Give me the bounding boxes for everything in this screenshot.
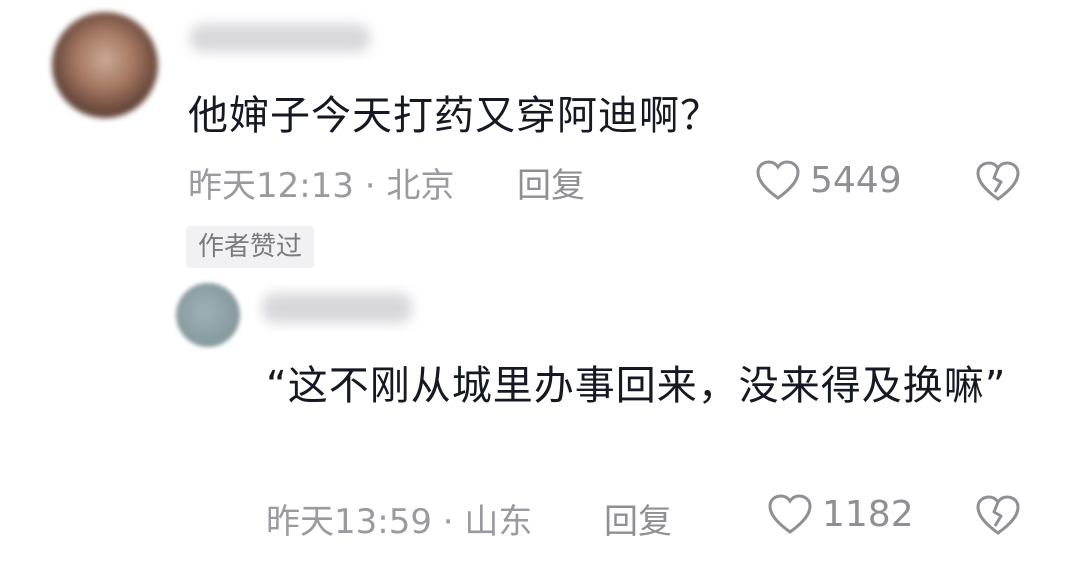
comment-text: 他婶子今天打药又穿阿迪啊？: [188, 93, 721, 139]
comment-time-location: 昨天12:13 · 北京: [188, 166, 455, 206]
broken-heart-icon[interactable]: [974, 158, 1022, 204]
like-count: 5449: [810, 159, 902, 201]
reply-like-count: 1182: [822, 493, 914, 535]
heart-outline-icon: [768, 494, 812, 534]
reply-like-button[interactable]: 1182: [766, 492, 914, 536]
reply-time-location: 昨天13:59 · 山东: [266, 502, 533, 542]
reply-avatar[interactable]: [176, 283, 240, 347]
avatar[interactable]: [52, 12, 158, 118]
heart-outline-icon: [756, 160, 800, 200]
broken-heart-icon[interactable]: [974, 492, 1022, 538]
author-liked-badge: 作者赞过: [186, 226, 315, 268]
like-button[interactable]: 5449: [754, 158, 902, 202]
reply-reply-button[interactable]: 回复: [604, 494, 672, 543]
username-redacted[interactable]: [190, 24, 370, 52]
reply-text: “这不刚从城里办事回来，没来得及换嘛”: [266, 363, 1007, 409]
reply-button[interactable]: 回复: [517, 158, 585, 207]
reply-username-redacted[interactable]: [262, 293, 412, 323]
